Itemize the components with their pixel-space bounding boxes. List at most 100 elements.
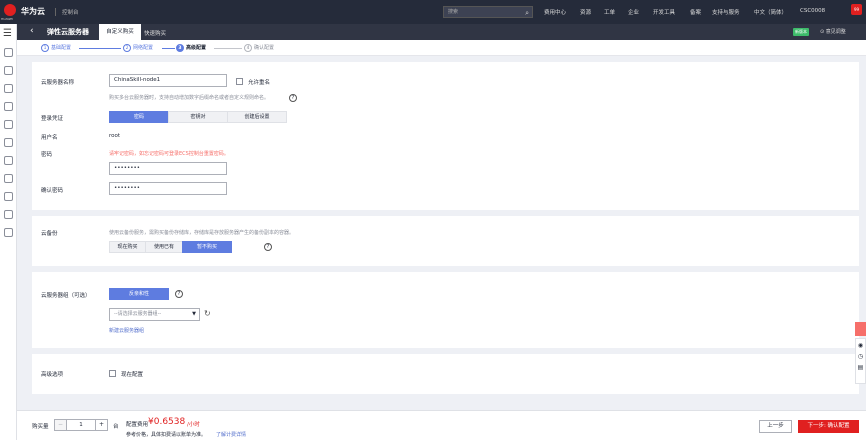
nav-tickets[interactable]: 工单: [604, 8, 615, 16]
configure-now-label: 现在配置: [121, 372, 144, 378]
float-red-tab[interactable]: [855, 322, 866, 336]
step-connector: [79, 48, 121, 49]
nav-support[interactable]: 支持与服务: [712, 8, 740, 16]
option-password[interactable]: 密码: [109, 111, 169, 123]
allow-duplicate-checkbox[interactable]: [236, 78, 243, 85]
settings-icon[interactable]: [4, 192, 13, 201]
help-icon[interactable]: ?: [289, 94, 297, 102]
anti-affinity-button[interactable]: 反亲和性: [109, 288, 169, 300]
quantity-label: 购买量: [32, 424, 49, 430]
step-advanced[interactable]: 3 高级配置: [176, 44, 206, 52]
backup-selector: 现在购买 使用已有 暂不购买: [109, 241, 232, 253]
brand-name[interactable]: 华为云: [21, 6, 45, 17]
huawei-logo-icon[interactable]: [4, 4, 16, 16]
nav-billing[interactable]: 费用中心: [544, 8, 566, 16]
option-keypair[interactable]: 密钥对: [168, 111, 228, 123]
nav-icp[interactable]: 备案: [690, 8, 701, 16]
billing-details-link[interactable]: 了解计费详情: [216, 431, 246, 438]
nav-account[interactable]: CSC0008: [800, 8, 825, 14]
minus-button[interactable]: −: [55, 420, 67, 430]
console-link[interactable]: 控制台: [62, 8, 79, 16]
step-label: 基础配置: [51, 45, 72, 51]
login-credential-selector: 密码 密钥对 创建后设置: [109, 111, 287, 123]
nav-resources[interactable]: 资源: [580, 8, 591, 16]
password-label: 密码: [41, 152, 53, 158]
configure-now-checkbox[interactable]: [109, 370, 116, 377]
allow-duplicate-label: 允许重名: [248, 80, 271, 86]
new-version-badge[interactable]: 新版本: [793, 28, 809, 36]
server-name-input[interactable]: ChinaSkill-node1: [109, 74, 227, 87]
search-icon[interactable]: ⌕: [525, 8, 529, 18]
step-number: 2: [123, 44, 131, 52]
search-placeholder: 搜索: [448, 9, 459, 15]
menu-icon[interactable]: ☰: [3, 28, 12, 39]
plus-button[interactable]: +: [95, 420, 107, 430]
server-group-select[interactable]: --请选择云服务器组-- ▼: [109, 308, 200, 321]
quantity-stepper: − 1 +: [54, 419, 108, 431]
notification-badge[interactable]: 99: [851, 4, 862, 15]
step-basic[interactable]: 1 基础配置: [41, 44, 71, 52]
nav-language[interactable]: 中文（简体）: [754, 8, 787, 16]
top-navbar: HUAWEI 华为云 控制台 搜索 ⌕ 费用中心 资源 工单 企业 开发工具 备…: [0, 0, 866, 24]
tab-quick-purchase[interactable]: 快速购买: [144, 29, 166, 37]
server-name-label: 云服务器名称: [41, 80, 75, 86]
help-icon[interactable]: ?: [264, 243, 272, 251]
option-buy-now[interactable]: 现在购买: [109, 241, 146, 253]
confirm-password-label: 确认密码: [41, 188, 64, 194]
security-icon[interactable]: [4, 210, 13, 219]
back-arrow-icon[interactable]: ‹: [30, 26, 34, 36]
search-input[interactable]: 搜索 ⌕: [443, 6, 533, 18]
login-credential-label: 登录凭证: [41, 116, 64, 122]
nav-devtools[interactable]: 开发工具: [653, 8, 675, 16]
advanced-options-label: 高级选项: [41, 372, 64, 378]
monitor-icon[interactable]: [4, 156, 13, 165]
quantity-unit: 台: [113, 424, 119, 430]
step-network[interactable]: 2 网络配置: [123, 44, 153, 52]
nav-enterprise[interactable]: 企业: [628, 8, 639, 16]
option-not-buy[interactable]: 暂不购买: [182, 241, 232, 253]
step-number: 4: [244, 44, 252, 52]
upload-icon[interactable]: [4, 174, 13, 183]
backup-card: 云备份 使用云备份服务，需购买备份存储库，存储库是存放服务器产生的备份副本的容器…: [32, 216, 859, 266]
next-step-button[interactable]: 下一步: 确认配置: [798, 420, 859, 433]
step-number: 1: [41, 44, 49, 52]
username-label: 用户名: [41, 135, 58, 141]
logo-caption: HUAWEI: [1, 17, 14, 21]
fee-note: 参考价格，具体扣费请以账单为准。: [126, 432, 207, 438]
backup-label: 云备份: [41, 231, 58, 237]
service-sidebar: ☰: [0, 24, 17, 440]
support-icon[interactable]: [4, 228, 13, 237]
option-use-existing[interactable]: 使用已有: [145, 241, 183, 253]
compute-icon[interactable]: [4, 66, 13, 75]
database-icon[interactable]: [4, 138, 13, 147]
cloud-icon[interactable]: [4, 102, 13, 111]
eye-icon[interactable]: ◉: [856, 342, 865, 349]
network-icon[interactable]: [4, 84, 13, 93]
server-group-card: 云服务器组（可选） 反亲和性 ? --请选择云服务器组-- ▼ ↻ 新建云服务器…: [32, 272, 859, 348]
password-input[interactable]: ••••••••: [109, 162, 227, 175]
step-label: 高级配置: [186, 45, 207, 51]
username-value: root: [109, 133, 121, 139]
quantity-input[interactable]: 1: [67, 420, 95, 430]
step-confirm[interactable]: 4 确认配置: [244, 44, 274, 52]
basic-settings-card: 云服务器名称 ChinaSkill-node1 允许重名 购买多台云服务器时，支…: [32, 62, 859, 210]
new-server-group-link[interactable]: 新建云服务器组: [109, 327, 144, 334]
confirm-password-input[interactable]: ••••••••: [109, 182, 227, 195]
password-warning: 请牢记密码，如忘记密码可登录ECS控制台重置密码。: [109, 151, 229, 157]
feedback-link[interactable]: ⊙ 意见调整: [820, 28, 846, 35]
help-icon[interactable]: ?: [175, 290, 183, 298]
float-tools-panel: ◉ ◷ ▤: [855, 338, 866, 384]
tab-custom-purchase[interactable]: 自定义购买: [99, 24, 141, 40]
storage-icon[interactable]: [4, 120, 13, 129]
option-set-later[interactable]: 创建后设置: [227, 111, 287, 123]
divider: [55, 8, 56, 16]
page-header: ‹ 弹性云服务器 自定义购买 快速购买 新版本 ⊙ 意见调整: [17, 24, 866, 40]
cloud-service-icon[interactable]: [4, 48, 13, 57]
document-icon[interactable]: ▤: [856, 364, 865, 371]
prev-step-button[interactable]: 上一步: [759, 420, 792, 433]
refresh-icon[interactable]: ↻: [204, 309, 211, 318]
clock-icon[interactable]: ◷: [856, 353, 865, 360]
backup-hint: 使用云备份服务，需购买备份存储库，存储库是存放服务器产生的备份副本的容器。: [109, 230, 295, 236]
step-number: 3: [176, 44, 184, 52]
step-label: 网络配置: [133, 45, 154, 51]
